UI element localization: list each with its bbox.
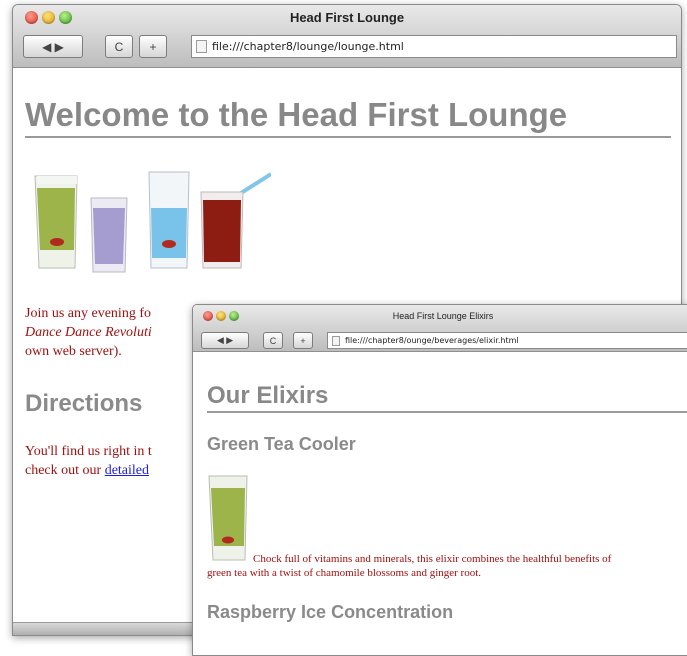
- address-bar[interactable]: file:///chapter8/ounge/beverages/elixir.…: [327, 332, 687, 349]
- window-title: Head First Lounge Elixirs: [392, 311, 494, 321]
- elixirs-window: Head First Lounge Elixirs ◀ ▶ C + file:/…: [192, 304, 687, 656]
- elixirs-titlebar: Head First Lounge Elixirs ◀ ▶ C + file:/…: [193, 305, 687, 352]
- red-drink-glass: [200, 172, 271, 269]
- elixirs-page: Our Elixirs Green Tea Cooler Chock full …: [193, 352, 687, 655]
- directions-text-line2: check out our detailed: [25, 461, 152, 480]
- page-title: Welcome to the Head First Lounge: [25, 96, 671, 138]
- green-tea-image: [208, 475, 248, 561]
- page-icon: [332, 335, 340, 346]
- raspberry-heading: Raspberry Ice Concentration: [207, 602, 454, 622]
- green-drink-glass: [34, 175, 78, 269]
- reload-button[interactable]: C: [105, 35, 133, 58]
- lounge-titlebar: Head First Lounge ◀ ▶ C + file:///chapte…: [13, 5, 681, 68]
- address-url: file:///chapter8/lounge/lounge.html: [212, 40, 404, 53]
- drinks-image: [34, 171, 271, 273]
- green-tea-heading: Green Tea Cooler: [207, 434, 356, 454]
- address-url: file:///chapter8/ounge/beverages/elixir.…: [345, 336, 519, 345]
- green-tea-description-line1: Chock full of vitamins and minerals, thi…: [253, 553, 612, 565]
- reload-button[interactable]: C: [263, 332, 283, 349]
- address-bar[interactable]: file:///chapter8/lounge/lounge.html: [191, 35, 677, 58]
- green-tea-description-line2: green tea with a twist of chamomile blos…: [207, 567, 482, 579]
- back-forward-button[interactable]: ◀ ▶: [201, 332, 249, 349]
- window-title: Head First Lounge: [289, 10, 405, 25]
- page-title: Our Elixirs: [207, 382, 687, 413]
- add-bookmark-button[interactable]: +: [139, 35, 167, 58]
- page-icon: [196, 40, 207, 53]
- back-forward-button[interactable]: ◀ ▶: [23, 35, 83, 58]
- intro-text-line3: own web server).: [25, 344, 122, 359]
- directions-text-prefix: check out our: [25, 463, 105, 478]
- purple-drink-glass: [90, 197, 128, 273]
- detailed-directions-link[interactable]: detailed: [105, 463, 149, 478]
- directions-heading: Directions: [25, 390, 143, 417]
- directions-text-line1: You'll find us right in t: [25, 444, 152, 459]
- add-bookmark-button[interactable]: +: [293, 332, 313, 349]
- intro-text-line2: Dance Dance Revoluti: [25, 325, 152, 340]
- blue-drink-glass: [148, 171, 190, 269]
- intro-text-line1: Join us any evening fo: [25, 306, 151, 321]
